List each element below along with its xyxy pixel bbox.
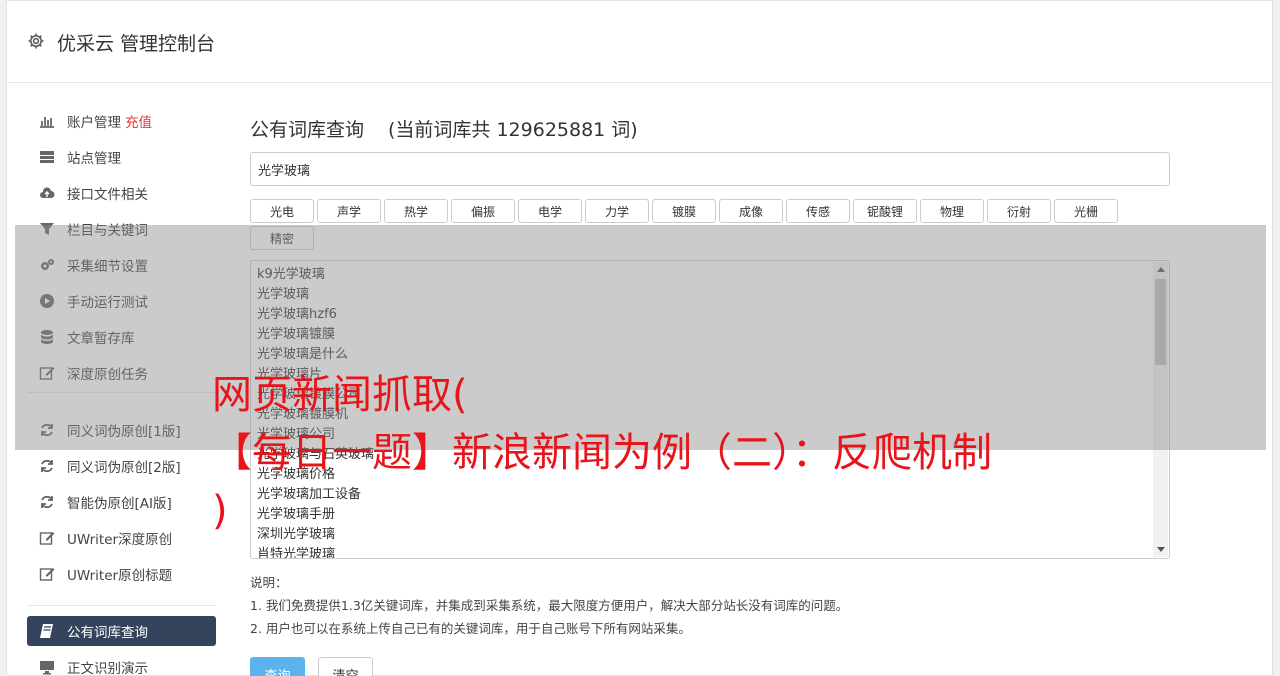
- sidebar-item-label: UWriter原创标题: [67, 568, 173, 584]
- refresh-icon: [38, 494, 56, 510]
- tag-button[interactable]: 衍射: [987, 199, 1051, 223]
- overlay-line: 网页新闻抓取(: [212, 372, 468, 418]
- page-title-text: 公有词库查询: [250, 119, 365, 141]
- console-title: 优采云 管理控制台: [57, 33, 216, 55]
- sidebar-item-label: 账户管理: [67, 115, 121, 131]
- overlay-line: ): [212, 488, 228, 534]
- book-icon: [38, 623, 56, 639]
- tag-button[interactable]: 光电: [250, 199, 314, 223]
- note-line: 1. 我们免费提供1.3亿关键词库，并集成到采集系统，最大限度方便用户，解决大部…: [250, 598, 849, 613]
- overlay-line: 【每日一题】新浪新闻为例（二）：反爬机制: [212, 430, 992, 476]
- keyword-search-input[interactable]: [250, 152, 1170, 186]
- page-title: 公有词库查询 (当前词库共 129625881 词): [250, 115, 638, 142]
- tag-button[interactable]: 物理: [920, 199, 984, 223]
- sidebar-item-public-lexicon[interactable]: 公有词库查询: [27, 616, 216, 646]
- sidebar-item-interface[interactable]: 接口文件相关: [27, 178, 216, 208]
- tag-button[interactable]: 光栅: [1054, 199, 1118, 223]
- note-line: 2. 用户也可以在系统上传自己已有的关键词库，用于自己账号下所有网站采集。: [250, 621, 691, 636]
- recharge-link[interactable]: 充值: [125, 111, 152, 131]
- edit-icon: [38, 566, 56, 582]
- lexicon-count: (当前词库共 129625881 词): [388, 119, 638, 141]
- sidebar-item-label: 接口文件相关: [67, 187, 148, 203]
- scroll-down-icon[interactable]: [1157, 547, 1165, 552]
- sidebar-item-synonym-v2[interactable]: 同义词伪原创[2版]: [27, 451, 216, 481]
- sidebar-item-label: 公有词库查询: [67, 625, 148, 641]
- tag-button[interactable]: 传感: [786, 199, 850, 223]
- notes-title: 说明：: [250, 575, 288, 590]
- overlay-article-title: 网页新闻抓取( 【每日一题】新浪新闻为例（二）：反爬机制 ): [212, 366, 1092, 540]
- sidebar-item-label: 正文识别演示: [67, 661, 148, 676]
- tag-button[interactable]: 镀膜: [652, 199, 716, 223]
- sidebar-divider: [27, 605, 216, 606]
- tag-button[interactable]: 成像: [719, 199, 783, 223]
- tag-button[interactable]: 声学: [317, 199, 381, 223]
- sidebar-item-uwriter-deep[interactable]: UWriter深度原创: [27, 523, 216, 553]
- sidebar-item-label: 站点管理: [67, 151, 121, 167]
- gear-icon: [28, 33, 44, 49]
- sidebar-item-text-recognition[interactable]: 正文识别演示: [27, 652, 216, 676]
- sidebar-item-label: UWriter深度原创: [67, 532, 173, 548]
- tag-button[interactable]: 铌酸锂: [853, 199, 917, 223]
- query-button[interactable]: 查询: [250, 657, 305, 676]
- cloud-upload-icon: [38, 185, 56, 201]
- sidebar-item-uwriter-title[interactable]: UWriter原创标题: [27, 559, 216, 589]
- sidebar-item-account[interactable]: 账户管理 充值: [27, 106, 216, 136]
- tag-button[interactable]: 热学: [384, 199, 448, 223]
- clear-button[interactable]: 清空: [318, 657, 373, 676]
- refresh-icon: [38, 458, 56, 474]
- sidebar-item-ai-original[interactable]: 智能伪原创[AI版]: [27, 487, 216, 517]
- bar-chart-icon: [38, 113, 56, 129]
- monitor-icon: [38, 659, 56, 675]
- tag-button[interactable]: 偏振: [451, 199, 515, 223]
- tag-button[interactable]: 力学: [585, 199, 649, 223]
- sidebar-item-label: 同义词伪原创[2版]: [67, 460, 181, 476]
- sidebar-item-sites[interactable]: 站点管理: [27, 142, 216, 172]
- edit-icon: [38, 530, 56, 546]
- sidebar-item-label: 智能伪原创[AI版]: [67, 496, 172, 512]
- tag-button[interactable]: 电学: [518, 199, 582, 223]
- server-icon: [38, 149, 56, 165]
- header: 优采云 管理控制台: [7, 1, 1272, 83]
- notes-section: 说明： 1. 我们免费提供1.3亿关键词库，并集成到采集系统，最大限度方便用户，…: [250, 571, 848, 640]
- list-item[interactable]: 肖特光学玻璃: [257, 545, 1169, 558]
